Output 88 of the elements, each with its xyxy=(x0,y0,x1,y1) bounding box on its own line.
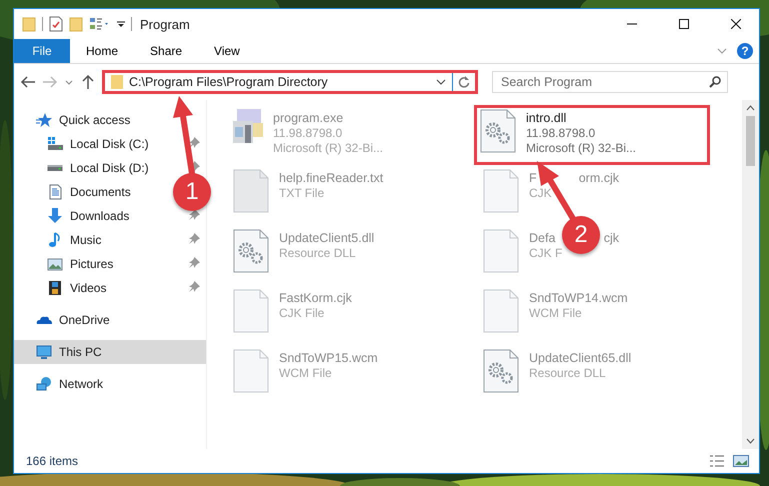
ribbon-tab[interactable]: Share xyxy=(134,39,198,63)
sidebar-item[interactable]: This PC xyxy=(59,345,102,359)
search-icon[interactable] xyxy=(709,76,721,88)
drive-icon xyxy=(47,165,63,171)
close-icon xyxy=(731,19,741,29)
sidebar-item[interactable]: Downloads xyxy=(70,209,130,223)
details-view-icon[interactable] xyxy=(709,454,725,468)
sidebar-item[interactable]: Network xyxy=(59,377,104,391)
file-detail: Resource DLL xyxy=(529,366,607,380)
file-name: SndToWP15.wcm xyxy=(279,351,378,365)
application-icon xyxy=(233,109,263,143)
file-name: help.fineReader.txt xyxy=(279,171,384,185)
search-field[interactable]: Search Program xyxy=(492,71,728,93)
sidebar-item[interactable]: Music xyxy=(70,233,102,247)
up-arrow-icon[interactable] xyxy=(80,74,96,90)
file-detail: WCM File xyxy=(529,306,583,320)
file-detail: Resource DLL xyxy=(279,246,357,260)
sidebar-item[interactable]: OneDrive xyxy=(59,313,110,327)
pin-icon[interactable] xyxy=(189,208,200,220)
file-icon xyxy=(483,169,519,213)
file-detail: Microsoft (R) 32-Bi... xyxy=(273,141,384,155)
text-file-icon xyxy=(233,169,269,213)
file-name: program.exe xyxy=(273,111,344,125)
pictures-icon xyxy=(47,256,63,272)
scroll-down-icon[interactable] xyxy=(746,437,755,445)
customize-caret-icon[interactable] xyxy=(117,19,125,29)
ribbon-tab[interactable]: Home xyxy=(70,39,134,63)
file-detail: CJK File xyxy=(279,306,326,320)
scrollbar[interactable] xyxy=(742,100,759,449)
file-detail: TXT File xyxy=(279,186,326,200)
file-name: UpdateClient65.dll xyxy=(529,351,632,365)
expand-ribbon-icon[interactable] xyxy=(717,48,727,54)
file-detail: 11.98.8798.0 xyxy=(273,126,344,140)
gear-file-icon xyxy=(480,109,516,153)
file-icon xyxy=(483,289,519,333)
cloud-icon xyxy=(36,316,52,324)
file-name: UpdateClient5.dll xyxy=(279,231,374,245)
file-name: F xyxy=(529,171,537,185)
file-name: orm.cjk xyxy=(578,171,619,185)
star-icon xyxy=(36,112,52,128)
dropdown-caret-icon[interactable] xyxy=(436,79,446,85)
large-icons-view-icon[interactable] xyxy=(733,454,749,468)
layout-dropdown-icon[interactable] xyxy=(89,16,111,32)
file-name: Defa xyxy=(529,231,556,245)
pin-icon[interactable] xyxy=(189,136,200,148)
film-icon xyxy=(47,280,63,296)
drive-icon xyxy=(47,136,63,152)
pin-icon[interactable] xyxy=(189,280,200,292)
gear-file-icon xyxy=(233,229,269,273)
scroll-thumb[interactable] xyxy=(746,116,755,166)
ribbon-tab[interactable]: View xyxy=(198,39,256,63)
file-name: SndToWP14.wcm xyxy=(529,291,628,305)
address-field[interactable]: C:\Program Files\Program Directory xyxy=(102,70,478,94)
gear-file-icon xyxy=(483,349,519,393)
file-tile[interactable]: intro.dll 11.98.8798.0 Microsoft (R) 32-Bi... xyxy=(474,105,710,165)
file-detail: 11.98.8798.0 xyxy=(526,126,596,140)
sidebar-item[interactable]: Local Disk (C:) xyxy=(70,137,149,151)
pin-icon[interactable] xyxy=(189,256,200,268)
file-detail: WCM File xyxy=(279,366,333,380)
file-icon xyxy=(233,349,269,393)
item-count: 166 items xyxy=(26,454,80,468)
file-detail: CJK xyxy=(529,186,553,200)
maximize-icon xyxy=(679,19,689,29)
properties-icon[interactable] xyxy=(49,16,63,32)
sidebar-item[interactable]: Local Disk (D:) xyxy=(70,161,149,175)
file-name: intro.dll xyxy=(526,111,566,125)
download-arrow-icon xyxy=(47,208,63,224)
sidebar-item[interactable]: Documents xyxy=(70,185,131,199)
refresh-icon[interactable] xyxy=(458,76,470,88)
pin-icon[interactable] xyxy=(189,232,200,244)
file-detail: CJK F xyxy=(529,246,564,260)
monitor-icon xyxy=(36,344,52,360)
file-icon xyxy=(483,229,519,273)
document-icon xyxy=(47,184,63,200)
back-arrow-icon[interactable] xyxy=(20,74,36,90)
sidebar-item[interactable]: Pictures xyxy=(70,257,114,271)
file-name: FastKorm.cjk xyxy=(279,291,352,305)
help-button[interactable]: ? xyxy=(737,43,753,59)
folder-icon xyxy=(111,75,123,89)
file-icon xyxy=(233,289,269,333)
network-icon xyxy=(36,376,52,392)
sidebar-item[interactable]: Videos xyxy=(70,281,106,295)
file-name: cjk xyxy=(604,231,619,245)
scroll-up-icon[interactable] xyxy=(746,104,755,112)
file-detail: Microsoft (R) 32-Bi... xyxy=(526,141,636,155)
window-title: Program xyxy=(140,16,191,32)
ribbon-tab[interactable]: File xyxy=(14,39,70,63)
sidebar-item[interactable]: Quick access xyxy=(59,113,130,127)
